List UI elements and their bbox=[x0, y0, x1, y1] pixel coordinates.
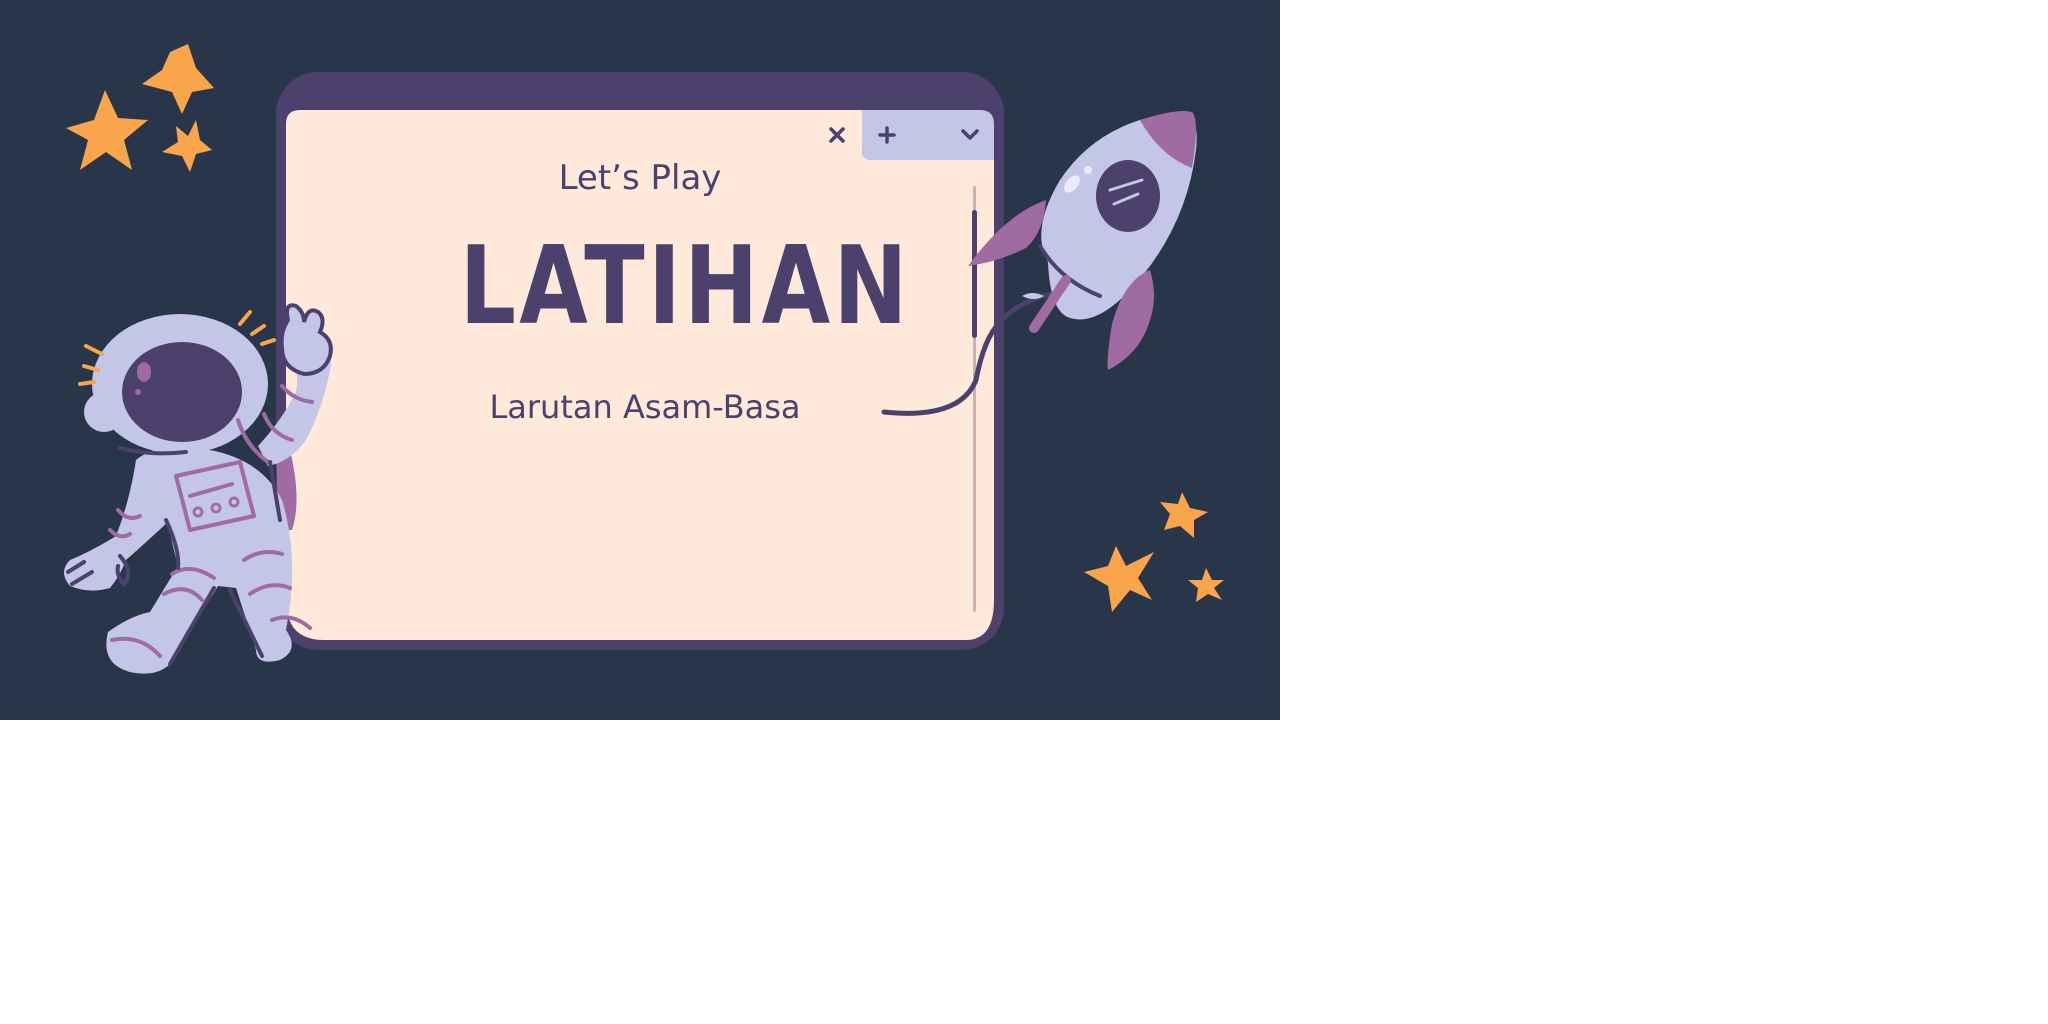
star-cluster-top-left bbox=[66, 44, 214, 172]
astronaut-illustration bbox=[64, 303, 333, 674]
star-cluster-bottom-right bbox=[1084, 492, 1224, 612]
page-title: LATIHAN bbox=[459, 224, 911, 349]
close-tab-button[interactable] bbox=[822, 120, 852, 150]
chevron-down-icon bbox=[961, 129, 979, 140]
plus-icon bbox=[878, 126, 896, 144]
eyebrow-heading: Let’s Play bbox=[558, 158, 722, 198]
tab-menu-button[interactable] bbox=[955, 120, 985, 150]
slide: Let’s Play LATIHAN Larutan Asam-Basa bbox=[0, 0, 1280, 720]
scene-graphics bbox=[64, 44, 1224, 674]
topic-subtitle: Larutan Asam-Basa bbox=[489, 388, 801, 426]
new-tab-button[interactable] bbox=[872, 120, 902, 150]
close-icon bbox=[829, 127, 845, 143]
